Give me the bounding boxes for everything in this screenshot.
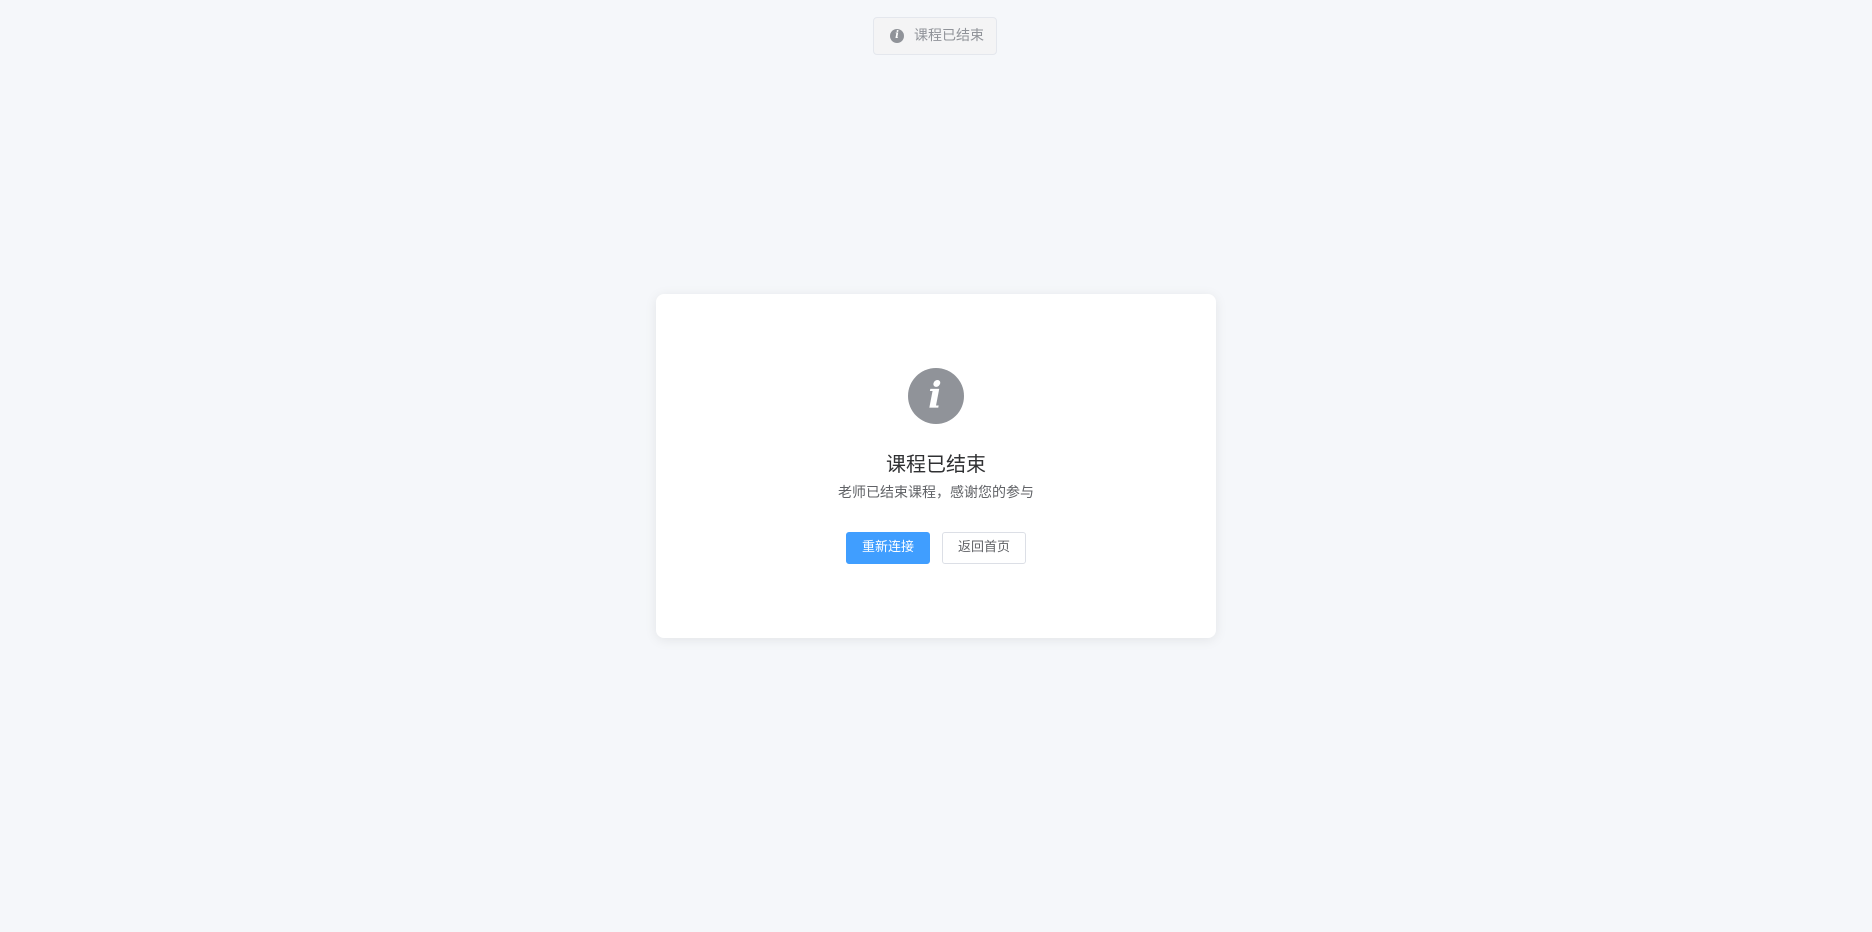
back-home-button[interactable]: 返回首页 <box>942 532 1027 564</box>
info-circle-icon: i <box>908 368 964 424</box>
reconnect-button[interactable]: 重新连接 <box>845 532 930 564</box>
card-subtitle: 老师已结束课程，感谢您的参与 <box>838 485 1034 501</box>
course-ended-card: i 课程已结束 老师已结束课程，感谢您的参与 重新连接 返回首页 <box>656 294 1216 638</box>
card-actions: 重新连接 返回首页 <box>845 532 1027 564</box>
card-title: 课程已结束 <box>886 452 986 476</box>
toast-text: 课程已结束 <box>914 28 984 44</box>
toast-message: i 课程已结束 <box>873 17 997 55</box>
info-icon: i <box>890 29 904 43</box>
page: i 课程已结束 i 课程已结束 老师已结束课程，感谢您的参与 重新连接 返回首页 <box>0 0 1872 932</box>
